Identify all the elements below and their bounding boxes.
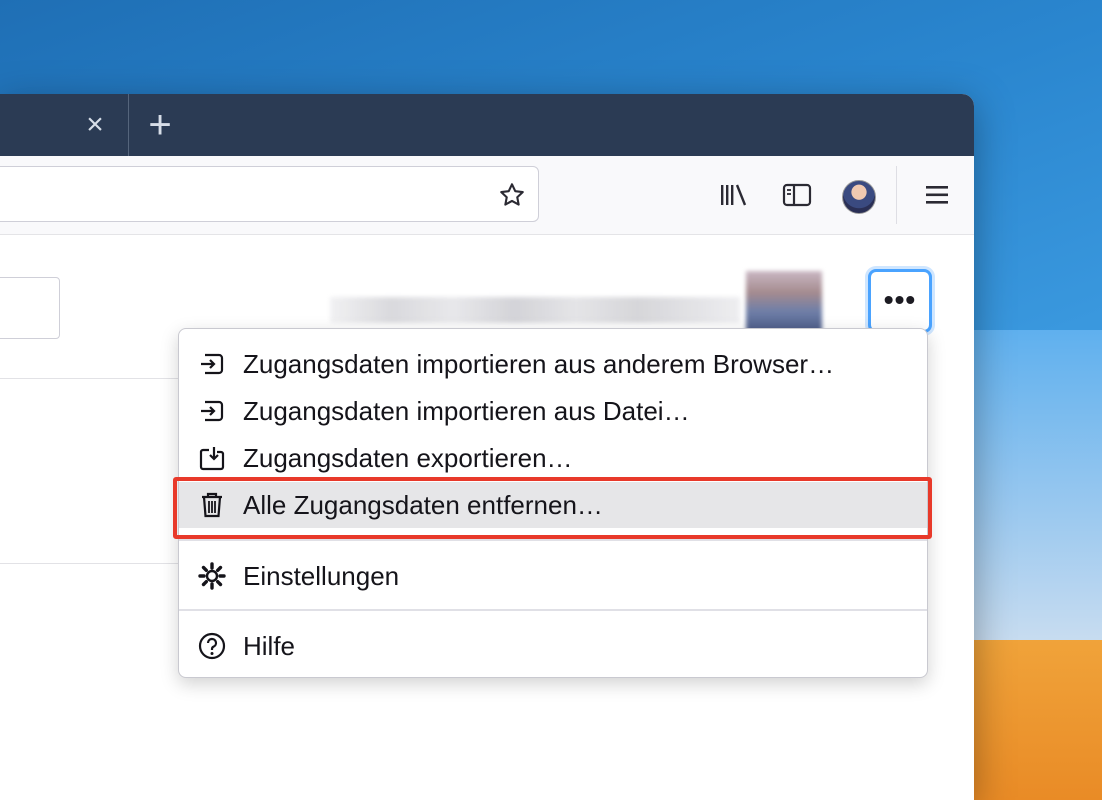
menu-item-import-file[interactable]: Zugangsdaten importieren aus Datei… — [179, 388, 927, 434]
import-icon — [201, 400, 224, 422]
more-options-button[interactable]: ••• — [868, 269, 932, 333]
tab-bar: × + — [0, 94, 974, 156]
divider — [0, 563, 200, 564]
import-icon — [201, 353, 224, 375]
menu-item-label: Zugangsdaten importieren aus anderem Bro… — [243, 349, 835, 379]
gear-icon — [198, 562, 226, 590]
wallpaper-accent — [962, 640, 1102, 800]
hamburger-icon[interactable] — [920, 178, 954, 212]
menu-item-label: Zugangsdaten importieren aus Datei… — [243, 396, 690, 426]
menu-item-label: Alle Zugangsdaten entfernen… — [243, 490, 603, 520]
menu-separator — [179, 609, 927, 611]
account-avatar-blurred — [746, 271, 822, 333]
search-input[interactable] — [0, 277, 60, 339]
divider — [0, 378, 200, 379]
menu-item-remove-all[interactable]: Alle Zugangsdaten entfernen… — [179, 482, 927, 528]
library-icon[interactable] — [716, 178, 750, 212]
menu-item-import-browser[interactable]: Zugangsdaten importieren aus anderem Bro… — [179, 341, 927, 387]
export-icon — [199, 447, 225, 471]
wallpaper — [962, 330, 1102, 640]
menu-item-help[interactable]: Hilfe — [179, 623, 927, 669]
url-bar[interactable] — [0, 166, 539, 222]
help-icon — [198, 632, 226, 660]
more-icon: ••• — [883, 284, 917, 315]
trash-icon — [202, 492, 222, 518]
context-menu: Zugangsdaten importieren aus anderem Bro… — [178, 328, 928, 678]
menu-item-settings[interactable]: Einstellungen — [179, 553, 927, 599]
menu-item-label: Einstellungen — [243, 561, 400, 591]
star-icon[interactable] — [498, 181, 526, 209]
menu-item-label: Zugangsdaten exportieren… — [243, 443, 573, 473]
tab[interactable]: × — [0, 94, 129, 156]
sidebar-icon[interactable] — [780, 178, 814, 212]
account-avatar[interactable] — [842, 180, 876, 214]
toolbar-divider — [896, 166, 897, 224]
menu-separator — [179, 539, 927, 541]
toolbar — [0, 156, 974, 235]
menu-item-export[interactable]: Zugangsdaten exportieren… — [179, 435, 927, 481]
new-tab-button[interactable]: + — [140, 105, 180, 145]
account-email-blurred — [330, 297, 740, 323]
menu-item-label: Hilfe — [243, 631, 296, 661]
close-icon[interactable]: × — [80, 110, 110, 140]
